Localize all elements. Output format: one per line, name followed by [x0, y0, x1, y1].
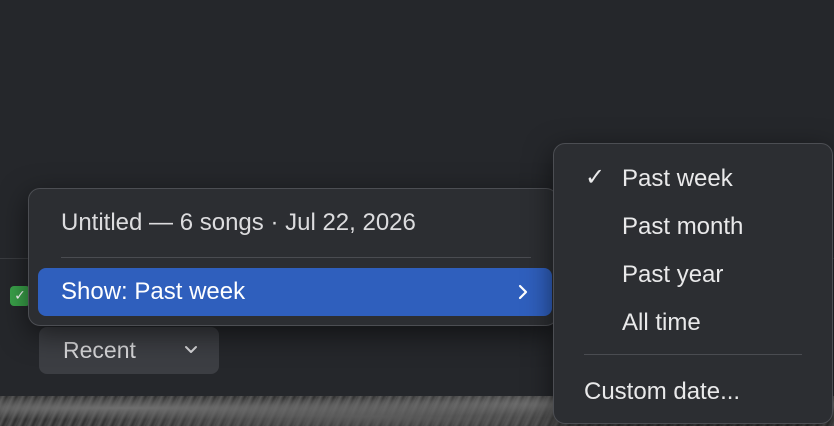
show-filter-menu-item[interactable]: Show: Past week — [38, 268, 552, 316]
show-filter-label: Show: Past week — [61, 278, 246, 305]
menu-separator — [61, 257, 531, 258]
submenu-item-label: Past month — [622, 213, 744, 240]
submenu-item-label: Past week — [622, 165, 733, 192]
submenu-item-past-year[interactable]: Past year — [554, 252, 832, 296]
chevron-right-icon — [518, 284, 528, 300]
time-range-submenu: ✓ Past week Past month Past year All tim… — [553, 143, 833, 424]
submenu-item-label: Custom date... — [584, 378, 741, 405]
submenu-item-past-month[interactable]: Past month — [554, 204, 832, 248]
submenu-item-all-time[interactable]: All time — [554, 300, 832, 344]
playlist-summary-header: Untitled — 6 songs · Jul 22, 2026 — [61, 209, 416, 236]
submenu-item-past-week[interactable]: ✓ Past week — [554, 156, 832, 200]
menu-separator — [584, 354, 802, 355]
check-badge-icon: ✓ — [10, 286, 30, 306]
recent-dropdown-label: Recent — [63, 337, 136, 363]
submenu-item-label: All time — [622, 309, 701, 336]
chevron-down-icon — [185, 346, 197, 353]
recent-dropdown-button[interactable]: Recent — [39, 327, 219, 374]
submenu-item-label: Past year — [622, 261, 724, 288]
playlist-context-menu: Untitled — 6 songs · Jul 22, 2026 Show: … — [28, 188, 558, 326]
submenu-item-custom-date[interactable]: Custom date... — [554, 369, 832, 413]
checkmark-icon: ✓ — [585, 163, 606, 191]
